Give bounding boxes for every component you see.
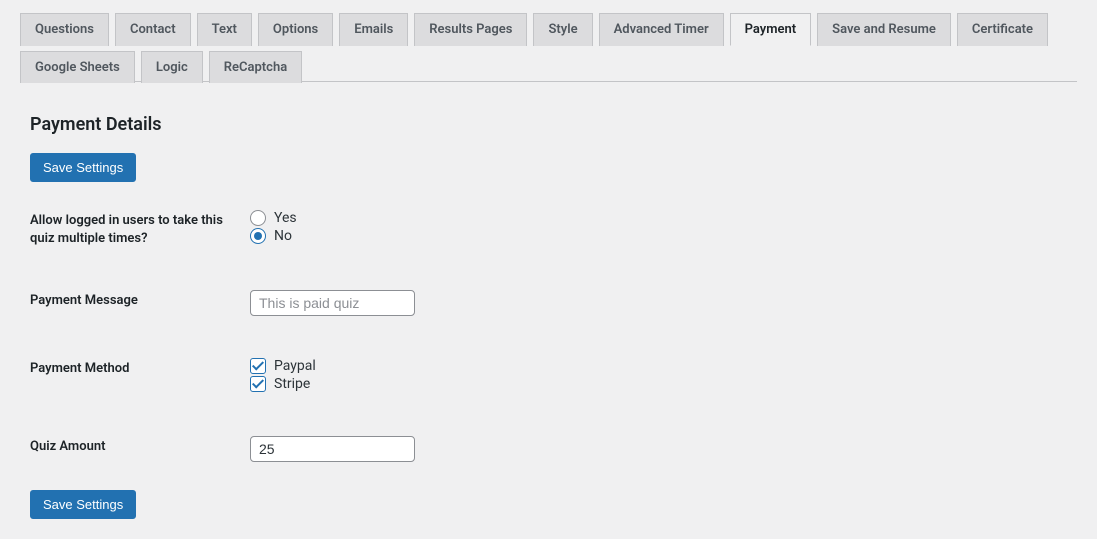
tab-recaptcha[interactable]: ReCaptcha [209, 51, 302, 83]
radio-yes-label: Yes [274, 210, 297, 226]
tab-payment[interactable]: Payment [730, 13, 812, 46]
tab-options[interactable]: Options [258, 13, 333, 46]
checkbox-option-paypal[interactable]: Paypal [250, 358, 1077, 374]
label-allow-multiple: Allow logged in users to take this quiz … [30, 210, 250, 248]
checkbox-option-stripe[interactable]: Stripe [250, 376, 1077, 392]
label-quiz-amount: Quiz Amount [30, 436, 250, 456]
checkbox-paypal[interactable] [250, 358, 266, 374]
radio-option-yes[interactable]: Yes [250, 210, 1077, 226]
checkbox-paypal-label: Paypal [274, 358, 316, 374]
input-payment-message[interactable] [250, 290, 415, 316]
radio-yes[interactable] [250, 210, 266, 226]
field-quiz-amount [250, 436, 1077, 462]
label-payment-message: Payment Message [30, 290, 250, 310]
tab-emails[interactable]: Emails [339, 13, 408, 46]
tab-certificate[interactable]: Certificate [957, 13, 1048, 46]
tab-contact[interactable]: Contact [115, 13, 191, 46]
row-quiz-amount: Quiz Amount [30, 436, 1077, 462]
field-payment-message [250, 290, 1077, 316]
tab-questions[interactable]: Questions [20, 13, 109, 46]
field-allow-multiple: Yes No [250, 210, 1077, 246]
tab-advanced-timer[interactable]: Advanced Timer [599, 13, 724, 46]
tab-nav: Questions Contact Text Options Emails Re… [20, 12, 1077, 82]
input-quiz-amount[interactable] [250, 436, 415, 462]
checkbox-stripe-label: Stripe [274, 376, 310, 392]
form-area: Allow logged in users to take this quiz … [30, 210, 1077, 519]
radio-option-no[interactable]: No [250, 228, 1077, 244]
page-wrap: Questions Contact Text Options Emails Re… [0, 0, 1097, 539]
tab-style[interactable]: Style [533, 13, 592, 46]
row-payment-method: Payment Method Paypal Stripe [30, 358, 1077, 394]
checkbox-stripe[interactable] [250, 376, 266, 392]
row-payment-message: Payment Message [30, 290, 1077, 316]
tab-save-resume[interactable]: Save and Resume [817, 13, 951, 46]
radio-no-label: No [274, 228, 292, 244]
tab-results-pages[interactable]: Results Pages [414, 13, 527, 46]
save-button-top[interactable]: Save Settings [30, 153, 136, 182]
save-button-bottom[interactable]: Save Settings [30, 490, 136, 519]
tab-logic[interactable]: Logic [141, 51, 203, 83]
tab-text[interactable]: Text [197, 13, 252, 46]
radio-no[interactable] [250, 228, 266, 244]
tab-google-sheets[interactable]: Google Sheets [20, 51, 135, 83]
label-payment-method: Payment Method [30, 358, 250, 378]
row-allow-multiple: Allow logged in users to take this quiz … [30, 210, 1077, 248]
field-payment-method: Paypal Stripe [250, 358, 1077, 394]
page-title: Payment Details [30, 114, 1077, 135]
